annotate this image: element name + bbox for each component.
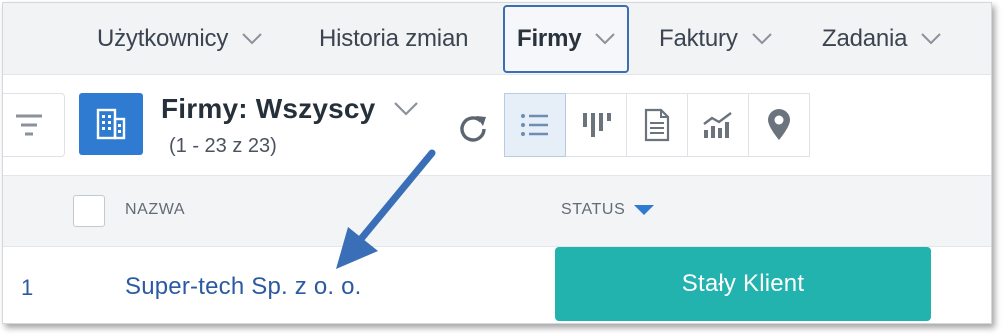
chevron-down-icon (242, 33, 262, 45)
select-all-checkbox[interactable] (73, 195, 105, 227)
chevron-down-icon (751, 33, 772, 45)
chart-view-button[interactable] (687, 93, 749, 157)
companies-module-button[interactable] (79, 93, 143, 155)
view-switcher (504, 93, 810, 157)
nav-item-uzytkownicy[interactable]: Użytkownicy (97, 3, 262, 75)
chevron-down-icon (595, 33, 616, 45)
status-badge: Stały Klient (555, 247, 931, 321)
nav-item-faktury[interactable]: Faktury (659, 3, 772, 75)
nav-item-label: Historia zmian (319, 25, 469, 52)
nav-item-zadania[interactable]: Zadania (822, 3, 942, 75)
top-navigation: Użytkownicy Historia zmian Firmy Faktury… (3, 3, 991, 75)
column-header-name[interactable]: NAZWA (125, 201, 185, 219)
nav-item-label: Zadania (822, 25, 908, 52)
map-pin-icon (768, 109, 790, 140)
chevron-down-icon[interactable] (393, 101, 419, 117)
document-view-button[interactable] (626, 93, 688, 157)
chevron-down-icon (921, 33, 942, 45)
record-count: (1 - 23 z 23) (169, 135, 277, 157)
nav-item-historia-zmian[interactable]: Historia zmian (319, 3, 468, 75)
row-number: 1 (21, 275, 34, 300)
document-icon (644, 108, 670, 142)
sort-descending-icon (634, 205, 655, 215)
chart-icon (703, 112, 732, 138)
map-view-button[interactable] (748, 93, 810, 157)
app-window: Użytkownicy Historia zmian Firmy Faktury… (2, 2, 992, 324)
list-view-button[interactable] (504, 93, 566, 157)
nav-item-label: Faktury (659, 25, 738, 52)
nav-item-label: Użytkownicy (97, 25, 229, 52)
column-header-status[interactable]: STATUS (561, 201, 655, 219)
filter-icon (16, 114, 42, 136)
view-title[interactable]: Firmy: Wszyscy (161, 93, 375, 125)
filter-button[interactable] (3, 93, 65, 157)
annotation-arrow-icon (336, 149, 436, 269)
column-header-label: STATUS (561, 201, 626, 218)
nav-item-label: Firmy (517, 25, 582, 52)
refresh-icon (460, 116, 486, 142)
building-icon (96, 108, 126, 140)
pipeline-icon (583, 113, 611, 137)
pipeline-view-button[interactable] (565, 93, 627, 157)
company-name-link[interactable]: Super-tech Sp. z o. o. (125, 273, 362, 301)
nav-item-firmy[interactable]: Firmy (503, 5, 630, 73)
list-view-icon (521, 114, 548, 136)
refresh-button[interactable] (453, 109, 493, 149)
